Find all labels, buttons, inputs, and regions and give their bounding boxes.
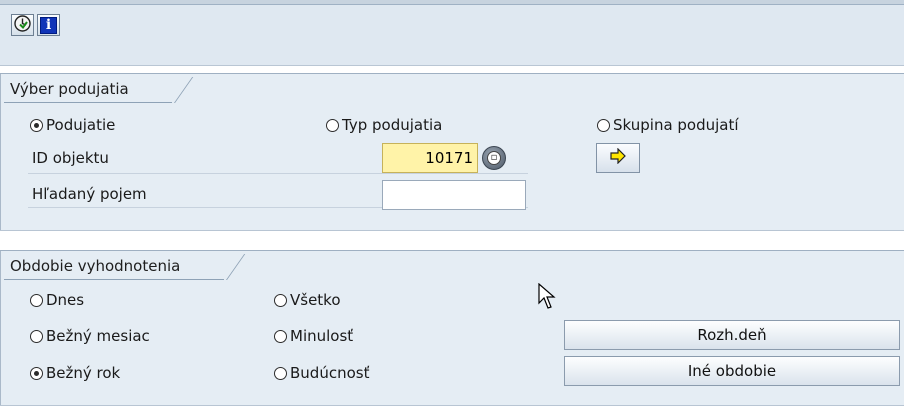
radio-event-label: Podujatie	[46, 116, 116, 134]
radio-event[interactable]: Podujatie	[30, 116, 115, 134]
radio-current-month-label: Bežný mesiac	[46, 327, 150, 345]
group-left-border	[0, 74, 1, 230]
value-help-button[interactable]: ▫	[482, 146, 506, 170]
next-arrow-button[interactable]	[596, 143, 640, 173]
evaluation-period-group: Obdobie vyhodnotenia Dnes Všetko Bežný m…	[0, 250, 904, 406]
group-title-underline	[4, 102, 172, 103]
radio-event-type-circle[interactable]	[326, 118, 339, 132]
object-id-label: ID objektu	[32, 149, 109, 167]
radio-current-year[interactable]: Bežný rok	[30, 364, 120, 382]
radio-today-label: Dnes	[46, 291, 85, 309]
execute-button[interactable]	[11, 14, 34, 36]
group-title-slash	[174, 77, 194, 103]
radio-future[interactable]: Budúcnosť	[274, 364, 369, 382]
radio-past[interactable]: Minulosť	[274, 327, 353, 345]
other-period-button[interactable]: Iné obdobie	[564, 356, 900, 386]
radio-today[interactable]: Dnes	[30, 291, 84, 309]
group-title-slash	[226, 254, 246, 280]
value-help-icon: ▫	[487, 151, 501, 165]
arrow-right-icon	[609, 147, 627, 168]
group-title-underline	[4, 279, 224, 280]
radio-event-type-label: Typ podujatia	[342, 116, 443, 134]
event-selection-title: Výber podujatia	[10, 79, 129, 98]
report-selection-screen: i Výber podujatia Podujatie Typ podujati…	[0, 0, 904, 406]
toolbar-top-border	[0, 0, 904, 5]
radio-future-label: Budúcnosť	[290, 364, 370, 382]
search-term-field[interactable]	[382, 180, 526, 210]
radio-all-label: Všetko	[290, 291, 341, 309]
radio-event-group-label: Skupina podujatí	[613, 116, 739, 134]
radio-future-circle[interactable]	[274, 366, 287, 380]
radio-event-type[interactable]: Typ podujatia	[326, 116, 442, 134]
mouse-cursor-icon	[538, 282, 556, 315]
radio-event-group[interactable]: Skupina podujatí	[597, 116, 739, 134]
radio-all-circle[interactable]	[274, 293, 287, 307]
radio-current-month-circle[interactable]	[30, 329, 43, 343]
info-button[interactable]: i	[37, 14, 60, 36]
radio-current-month[interactable]: Bežný mesiac	[30, 327, 150, 345]
application-toolbar: i	[0, 0, 904, 66]
evaluation-period-title: Obdobie vyhodnotenia	[10, 256, 181, 275]
info-icon: i	[40, 16, 57, 34]
radio-past-label: Minulosť	[290, 327, 354, 345]
radio-event-circle[interactable]	[30, 118, 43, 132]
object-id-field[interactable]: 10171	[382, 143, 478, 173]
radio-current-year-label: Bežný rok	[46, 364, 121, 382]
execute-clock-icon	[14, 14, 31, 36]
key-date-button[interactable]: Rozh.deň	[564, 320, 900, 350]
radio-past-circle[interactable]	[274, 329, 287, 343]
group-left-border	[0, 251, 1, 405]
search-term-label: Hľadaný pojem	[32, 185, 147, 203]
row-separator	[28, 173, 528, 174]
radio-current-year-circle[interactable]	[30, 366, 43, 380]
radio-today-circle[interactable]	[30, 293, 43, 307]
event-selection-group: Výber podujatia Podujatie Typ podujatia …	[0, 73, 904, 231]
radio-event-group-circle[interactable]	[597, 118, 610, 132]
radio-all[interactable]: Všetko	[274, 291, 341, 309]
